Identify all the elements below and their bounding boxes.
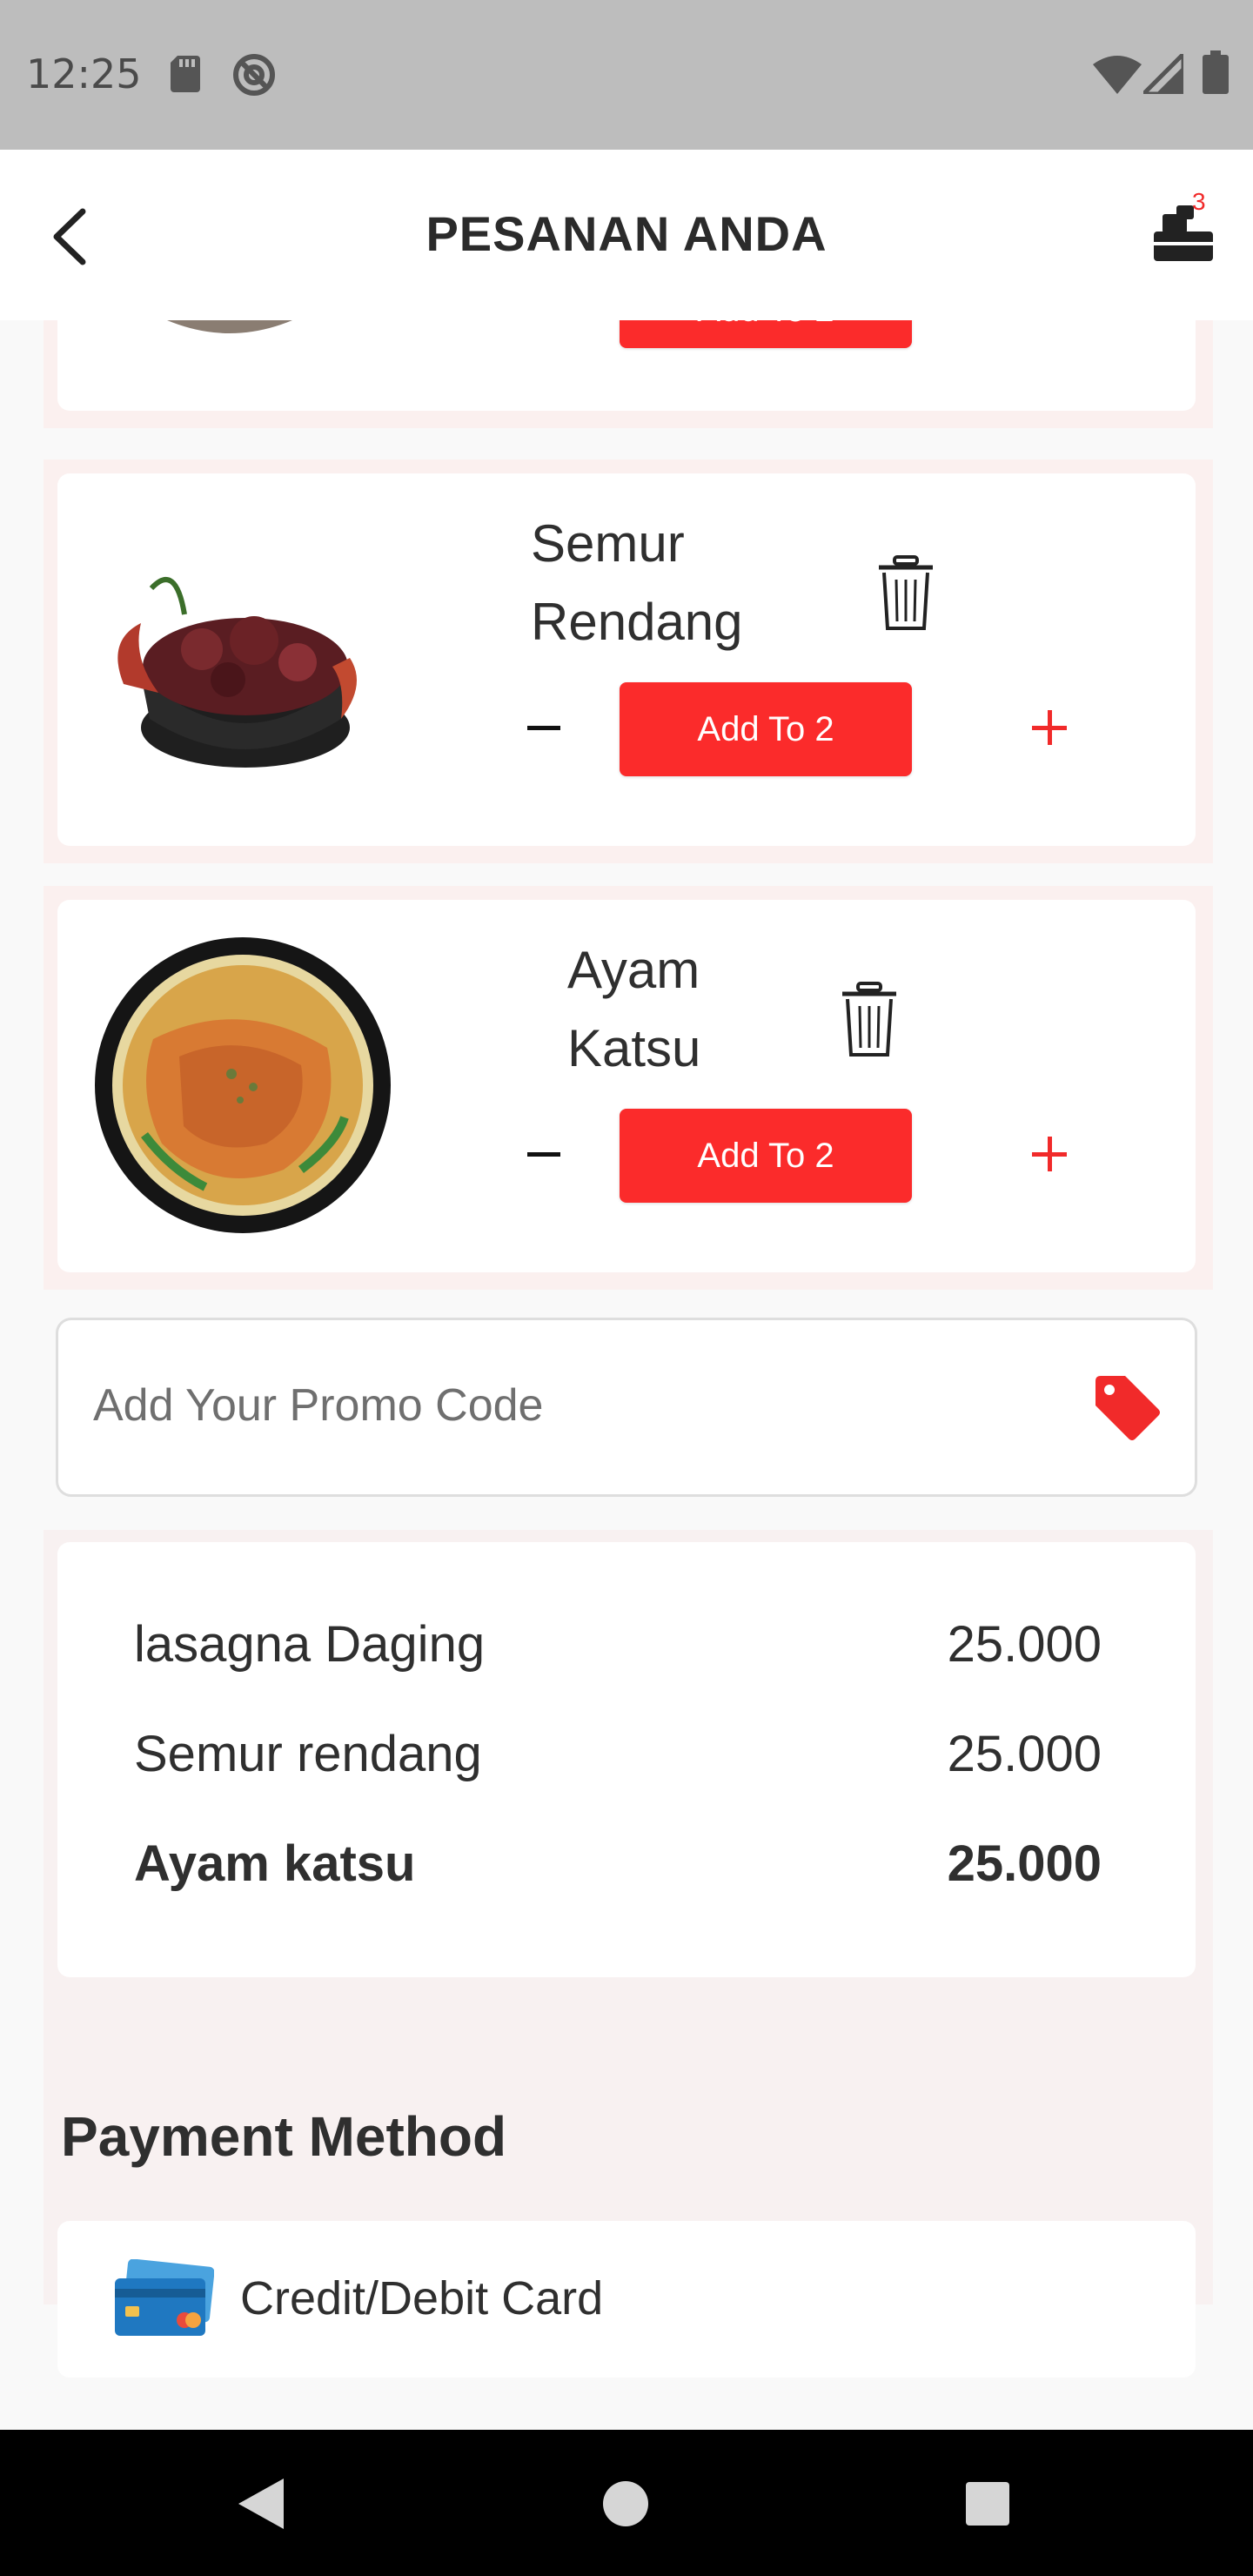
cart-button[interactable]: 3 (1142, 188, 1229, 275)
signal-icon (1143, 54, 1183, 94)
lasagna-food-image (167, 320, 292, 333)
payment-option-card[interactable]: Credit/Debit Card (57, 2221, 1196, 2378)
at-sign-icon (233, 54, 275, 96)
sd-card-icon (171, 56, 200, 92)
increase-quantity-button[interactable] (1023, 701, 1075, 754)
cart-scroll-area[interactable]: Add To 2 Semur Rendang (0, 320, 1253, 2430)
summary-item-price: 25.000 (947, 1835, 1102, 1892)
add-to-cart-button[interactable]: Add To 2 (620, 1109, 912, 1203)
cart-item-inner: Add To 2 (57, 320, 1196, 411)
credit-card-icon (115, 2259, 214, 2336)
app-bar: PESANAN ANDA 3 (0, 150, 1253, 320)
decrease-quantity-button[interactable] (520, 1128, 573, 1180)
trash-icon[interactable] (875, 555, 936, 632)
summary-item-price: 25.000 (947, 1726, 1102, 1782)
payment-method-title: Payment Method (61, 2105, 507, 2168)
cart-badge: 3 (1192, 188, 1206, 215)
summary-item-name: lasagna Daging (134, 1616, 486, 1673)
semur-rendang-food-image (117, 577, 357, 768)
summary-item-price: 25.000 (947, 1616, 1102, 1673)
item-name: Ayam Katsu (567, 941, 701, 1077)
increase-quantity-button[interactable] (1023, 1128, 1075, 1180)
cart-item-card: Add To 2 (44, 320, 1213, 428)
cart-item-card: Semur Rendang Add To 2 (44, 460, 1213, 863)
summary-item-name: Semur rendang (134, 1726, 482, 1782)
cart-item-inner: Ayam Katsu Add To 2 (57, 900, 1196, 1272)
add-to-cart-button[interactable]: Add To 2 (620, 320, 912, 348)
cart-item-card: Ayam Katsu Add To 2 (44, 886, 1213, 1290)
item-name: Semur Rendang (531, 514, 743, 651)
battery-icon (1203, 50, 1229, 94)
cart-icon (1154, 205, 1213, 261)
promo-code-placeholder: Add Your Promo Code (93, 1380, 544, 1431)
payment-method-label: Credit/Debit Card (240, 2272, 604, 2324)
cart-item-inner: Semur Rendang Add To 2 (57, 473, 1196, 846)
system-nav-bar (0, 2430, 1253, 2576)
status-bar: 12:25 (0, 0, 1253, 150)
order-summary-section: lasagna Daging 25.000 Semur rendang 25.0… (44, 1530, 1213, 2304)
summary-item-name: Ayam katsu (134, 1835, 416, 1892)
nav-recents-icon[interactable] (948, 2465, 1027, 2543)
trash-icon[interactable] (839, 982, 900, 1058)
order-summary-card: lasagna Daging 25.000 Semur rendang 25.0… (57, 1542, 1196, 1977)
page-title: PESANAN ANDA (425, 206, 828, 261)
nav-home-icon[interactable] (586, 2465, 665, 2543)
nav-back-icon[interactable] (223, 2465, 301, 2543)
ayam-katsu-food-image (95, 937, 391, 1233)
wifi-icon (1093, 56, 1142, 94)
tag-icon[interactable] (1092, 1372, 1162, 1442)
decrease-quantity-button[interactable] (520, 701, 573, 754)
increase-quantity-button[interactable] (1023, 320, 1075, 329)
status-time: 12:25 (26, 50, 142, 97)
promo-code-field[interactable]: Add Your Promo Code (56, 1318, 1197, 1497)
add-to-cart-button[interactable]: Add To 2 (620, 682, 912, 776)
